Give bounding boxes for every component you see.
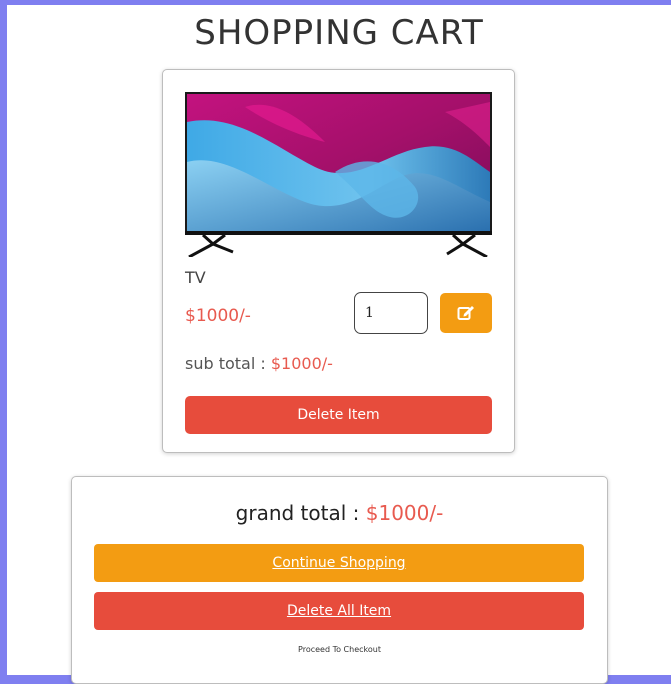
delete-item-button[interactable]: Delete Item	[185, 396, 492, 434]
grand-total-value: $1000/-	[365, 501, 444, 525]
quantity-input[interactable]	[354, 292, 428, 334]
shopping-cart-page: SHOPPING CART TV $1000/- 1 sub total: $…	[7, 5, 671, 684]
grand-total: grand total : $1000/-	[72, 501, 607, 525]
product-name: TV	[185, 268, 206, 287]
edit-icon	[457, 306, 474, 320]
continue-shopping-button[interactable]: Continue Shopping	[94, 544, 584, 582]
subtotal-label: sub total :	[185, 354, 271, 373]
subtotal-value: $1000/-	[270, 354, 333, 373]
proceed-to-checkout-link[interactable]: Proceed To Checkout	[72, 645, 607, 654]
item-subtotal: sub total : $1000/-	[185, 354, 333, 373]
grand-total-label: grand total :	[235, 501, 366, 525]
update-quantity-button[interactable]	[440, 293, 492, 333]
cart-item-card: TV $1000/- sub total : $1000/- Delete It…	[162, 69, 515, 453]
page-title: SHOPPING CART	[194, 13, 484, 53]
delete-all-button[interactable]: Delete All Item	[94, 592, 584, 630]
product-price: $1000/-	[185, 306, 251, 326]
television-image	[185, 92, 492, 257]
cart-summary-card: grand total : $1000/- Continue Shopping …	[71, 476, 608, 684]
